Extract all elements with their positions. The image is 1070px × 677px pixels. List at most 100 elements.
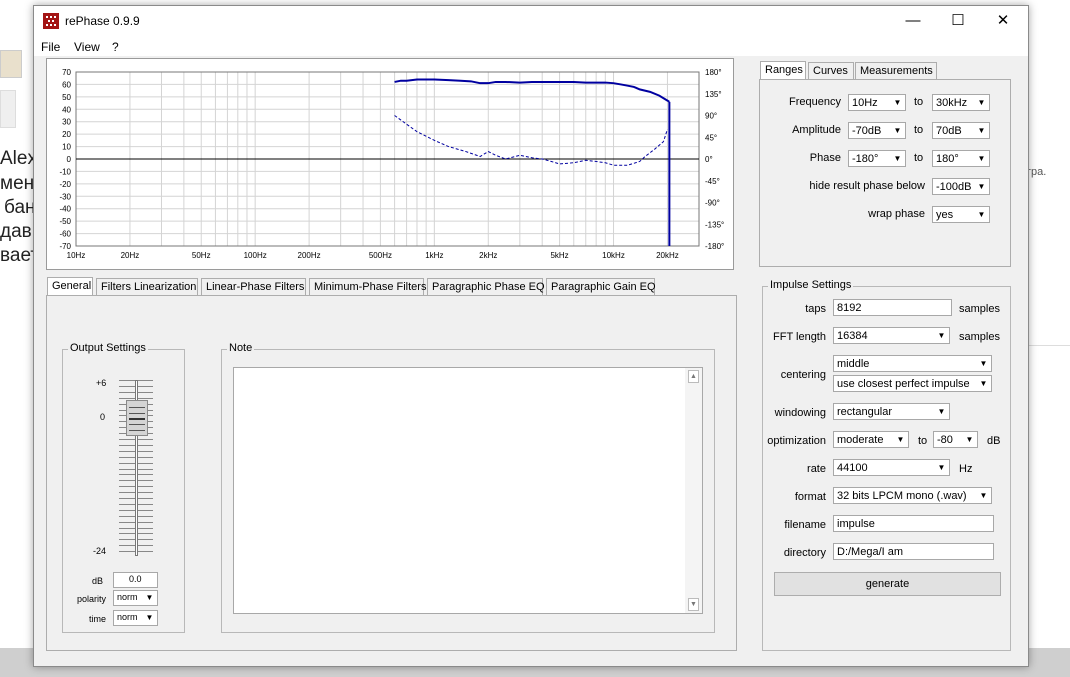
- windowing-select[interactable]: rectangular ▼: [833, 403, 950, 420]
- phase-from-select[interactable]: -180° ▼: [848, 150, 906, 167]
- y-tick-label-db: -70: [59, 242, 71, 251]
- scale-top-label: +6: [96, 378, 107, 388]
- scroll-up-icon[interactable]: ▲: [688, 370, 699, 383]
- frequency-from-select[interactable]: 10Hz ▼: [848, 94, 906, 111]
- magnitude-curve: [394, 78, 670, 103]
- y-tick-label-phase: -135°: [705, 220, 724, 229]
- generate-button[interactable]: generate: [774, 572, 1001, 596]
- background-text-right: гра.: [1027, 166, 1047, 178]
- samples-label: samples: [959, 303, 1000, 315]
- time-select[interactable]: norm ▼: [113, 610, 158, 626]
- fft-length-select[interactable]: 16384 ▼: [833, 327, 950, 344]
- format-label: format: [794, 491, 826, 503]
- minimize-button[interactable]: —: [890, 6, 936, 36]
- amplitude-from-select[interactable]: -70dB ▼: [848, 122, 906, 139]
- general-panel: Output Settings +6 0 -24 dB 0.0 polarity…: [46, 295, 737, 651]
- tab-measurements[interactable]: Measurements: [855, 62, 937, 79]
- optimization-select[interactable]: moderate ▼: [833, 431, 909, 448]
- rephase-window: rePhase 0.9.9 — ☐ ✕ File View ? 70 60 50 40…: [33, 5, 1029, 667]
- to-label: to: [914, 124, 924, 136]
- filename-input[interactable]: impulse: [833, 515, 994, 532]
- y-tick-label-phase: 180°: [705, 68, 722, 77]
- chevron-down-icon: ▼: [977, 489, 990, 502]
- y-tick-label-db: 20: [62, 130, 71, 139]
- gain-db-input[interactable]: 0.0: [113, 572, 158, 588]
- menu-file[interactable]: File: [41, 40, 60, 54]
- y-tick-label-phase: -45°: [705, 177, 720, 186]
- close-button[interactable]: ✕: [980, 6, 1026, 36]
- rate-select[interactable]: 44100 ▼: [833, 459, 950, 476]
- wrap-phase-select[interactable]: yes ▼: [932, 206, 990, 223]
- x-tick-label: 20kHz: [656, 251, 679, 260]
- directory-input[interactable]: D:/Mega/I am: [833, 543, 994, 560]
- to-label: to: [914, 96, 924, 108]
- maximize-button[interactable]: ☐: [935, 6, 981, 36]
- menu-help[interactable]: ?: [112, 40, 119, 54]
- y-tick-label-db: -10: [59, 167, 71, 176]
- format-select[interactable]: 32 bits LPCM mono (.wav) ▼: [833, 487, 992, 504]
- chevron-down-icon: ▼: [975, 208, 988, 221]
- wrap-phase-label: wrap phase: [868, 208, 925, 220]
- hide-phase-select[interactable]: -100dB ▼: [932, 178, 990, 195]
- gain-fader-handle[interactable]: [126, 400, 148, 436]
- optimization-db-select[interactable]: -80 ▼: [933, 431, 978, 448]
- background-folder-icon: [0, 50, 22, 78]
- x-tick-label: 1kHz: [425, 251, 443, 260]
- chevron-down-icon: ▼: [975, 124, 988, 137]
- note-title: Note: [227, 342, 255, 354]
- window-title: rePhase 0.9.9: [65, 14, 140, 28]
- phase-to-select[interactable]: 180° ▼: [932, 150, 990, 167]
- note-group: Note ▲ ▼: [221, 342, 715, 633]
- tab-curves[interactable]: Curves: [808, 62, 854, 79]
- chevron-down-icon: ▼: [935, 405, 948, 418]
- tab-general[interactable]: General: [47, 277, 93, 296]
- to-label: to: [914, 152, 924, 164]
- chevron-down-icon: ▼: [143, 612, 156, 624]
- tab-minimum-phase-filters[interactable]: Minimum-Phase Filters: [309, 278, 426, 295]
- scroll-down-icon[interactable]: ▼: [688, 598, 699, 611]
- tab-linear-phase-filters[interactable]: Linear-Phase Filters: [201, 278, 306, 295]
- note-textarea[interactable]: ▲ ▼: [233, 367, 703, 614]
- y-tick-label-db: -20: [59, 180, 71, 189]
- chevron-down-icon: ▼: [977, 357, 990, 370]
- polarity-label: polarity: [76, 594, 106, 604]
- y-tick-label-db: -40: [59, 205, 71, 214]
- tab-ranges[interactable]: Ranges: [760, 61, 806, 80]
- y-tick-label-db: 0: [67, 155, 72, 164]
- y-tick-label-db: 50: [62, 93, 71, 102]
- polarity-select[interactable]: norm ▼: [113, 590, 158, 606]
- rate-label: rate: [807, 463, 826, 475]
- tab-paragraphic-phase-eq[interactable]: Paragraphic Phase EQ: [427, 278, 545, 295]
- hz-label: Hz: [959, 463, 973, 475]
- amplitude-to-select[interactable]: 70dB ▼: [932, 122, 990, 139]
- tab-paragraphic-gain-eq[interactable]: Paragraphic Gain EQ: [546, 278, 656, 295]
- centering-select[interactable]: middle ▼: [833, 355, 992, 372]
- phase-curve: [394, 115, 668, 166]
- centering-mode-select[interactable]: use closest perfect impulse ▼: [833, 375, 992, 392]
- title-bar[interactable]: rePhase 0.9.9 — ☐ ✕: [34, 6, 1028, 36]
- impulse-settings-group: Impulse Settings taps 8192 samples FFT l…: [762, 279, 1011, 651]
- background-text-4: дав: [0, 221, 32, 242]
- y-tick-label-phase: 135°: [705, 90, 722, 99]
- y-tick-label-db: -50: [59, 217, 71, 226]
- x-tick-label: 200Hz: [298, 251, 321, 260]
- scale-zero-label: 0: [100, 412, 106, 422]
- menu-view[interactable]: View: [74, 40, 100, 54]
- db-label: dB: [91, 576, 103, 586]
- response-graph[interactable]: 70 60 50 40 30 20 10 0 -10 -20 -30 -40 -50 -60 -70 180°…: [46, 58, 734, 270]
- menu-bar: File View ?: [34, 36, 1028, 56]
- y-tick-label-phase: -90°: [705, 199, 720, 208]
- tab-filters-linearization[interactable]: Filters Linearization: [96, 278, 198, 295]
- chevron-down-icon: ▼: [975, 96, 988, 109]
- optimization-db-unit: dB: [987, 435, 1001, 447]
- taps-input[interactable]: 8192: [833, 299, 952, 316]
- chevron-down-icon: ▼: [963, 433, 976, 446]
- y-tick-label-db: -60: [59, 230, 71, 239]
- phase-label: Phase: [809, 152, 841, 164]
- frequency-label: Frequency: [789, 96, 841, 108]
- note-scrollbar[interactable]: ▲ ▼: [685, 368, 702, 613]
- frequency-to-select[interactable]: 30kHz ▼: [932, 94, 990, 111]
- chevron-down-icon: ▼: [935, 461, 948, 474]
- x-tick-label: 100Hz: [244, 251, 267, 260]
- impulse-settings-title: Impulse Settings: [768, 279, 854, 291]
